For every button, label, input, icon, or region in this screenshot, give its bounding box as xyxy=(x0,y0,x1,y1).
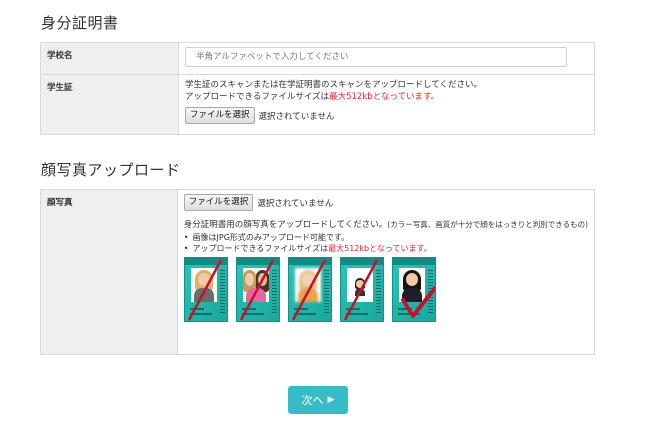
form-row-school: 学校名 xyxy=(40,42,595,75)
example-photo-good xyxy=(391,257,436,322)
face-photo-table: 顔写真 ファイルを選択 選択されていません 身分証明書用の顔写真をアップロードし… xyxy=(40,189,596,355)
check-mark-icon xyxy=(400,286,435,318)
example-photo-bad-1 xyxy=(183,257,228,322)
upload-rules-list: 画像はJPG形式のみアップロード可能です。 アップロードできるファイルサイズは最… xyxy=(184,232,588,254)
form-row-student-id: 学生証 学生証のスキャンまたは在学証明書のスキャンをアップロードしてください。 … xyxy=(40,74,595,135)
section-title-face-photo: 顔写真アップロード xyxy=(41,161,181,179)
face-photo-label: 顔写真 xyxy=(40,189,178,355)
student-id-label: 学生証 xyxy=(40,74,179,135)
student-id-size-note: アップロードできるファイルサイズは最大512kbとなっています。 xyxy=(185,92,440,102)
next-button[interactable]: 次へ ▶ xyxy=(288,386,348,414)
student-id-instruction: 学生証のスキャンまたは在学証明書のスキャンをアップロードしてください。 xyxy=(185,80,482,90)
face-photo-file-button[interactable]: ファイルを選択 xyxy=(183,194,254,211)
example-photo-bad-2 xyxy=(235,257,280,322)
example-photo-bad-3 xyxy=(287,257,332,322)
school-label: 学校名 xyxy=(40,42,179,75)
cross-mark-icon xyxy=(187,259,222,321)
next-button-label: 次へ xyxy=(301,394,324,407)
school-name-input[interactable] xyxy=(185,47,567,67)
student-id-file-button[interactable]: ファイルを選択 xyxy=(185,107,255,124)
face-photo-instruction: 身分証明書用の顔写真をアップロードしてください。(カラー写真、画質が十分で顔をは… xyxy=(183,220,588,230)
face-photo-quality-note: (カラー写真、画質が十分で顔をはっきりと判別できるもの) xyxy=(387,220,588,229)
rule-jpg-only: 画像はJPG形式のみアップロード可能です。 xyxy=(184,232,588,243)
cross-mark-icon xyxy=(343,259,378,321)
cross-mark-icon xyxy=(291,259,326,321)
cross-mark-icon xyxy=(239,259,274,321)
size-limit-warning: 最大512kbとなっています。 xyxy=(328,244,432,253)
student-id-file-status: 選択されていません xyxy=(258,111,335,122)
rule-size-limit: アップロードできるファイルサイズは最大512kbとなっています。 xyxy=(184,243,588,254)
size-limit-warning: 最大512kbとなっています。 xyxy=(329,92,440,102)
form-row-face-photo: 顔写真 ファイルを選択 選択されていません 身分証明書用の顔写真をアップロードし… xyxy=(40,189,596,355)
face-photo-file-status: 選択されていません xyxy=(257,198,334,209)
example-photo-bad-4 xyxy=(339,257,384,322)
id-document-table: 学校名 学生証 学生証のスキャンまたは在学証明書のスキャンをアップロードしてくだ… xyxy=(40,42,595,135)
photo-examples xyxy=(183,257,588,322)
section-title-id-document: 身分証明書 xyxy=(41,14,119,32)
play-arrow-icon: ▶ xyxy=(327,395,335,405)
